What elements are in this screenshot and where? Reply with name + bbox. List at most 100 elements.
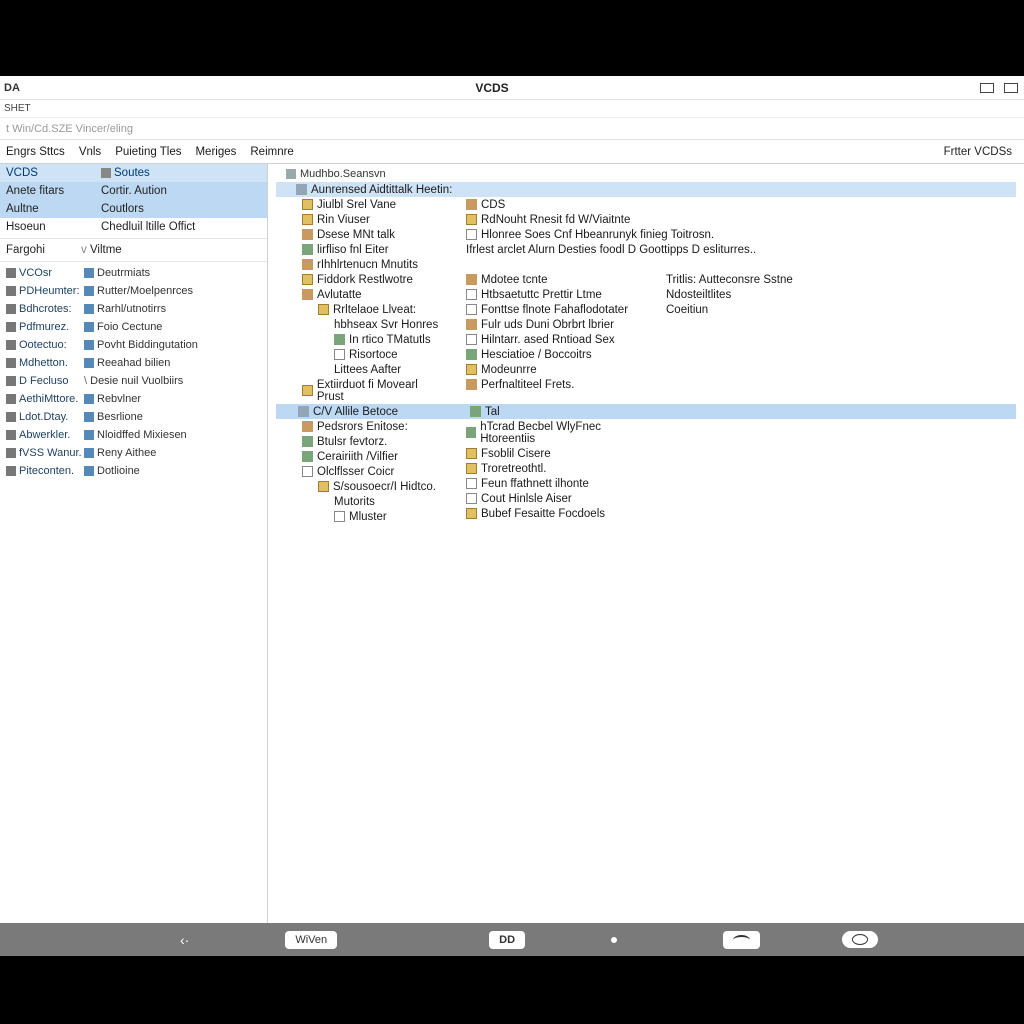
rp-item[interactable]: Rin Viuser: [276, 212, 456, 227]
back-icon[interactable]: ‹·: [180, 932, 189, 948]
separator: [0, 261, 267, 262]
doc-icon: [101, 168, 111, 178]
rp-item[interactable]: Hesciatioe / Boccoitrs: [456, 347, 656, 362]
lp-pair[interactable]: VCOsrDeutrmiats: [0, 264, 267, 282]
rp-item[interactable]: Cerairiith /Vilfier: [276, 449, 456, 464]
rp-item[interactable]: Cout Hinlsle Aiser: [456, 491, 656, 506]
left-pane-header[interactable]: VCDS Soutes: [0, 164, 267, 182]
rp-item[interactable]: Mluster: [276, 509, 456, 524]
lp-row[interactable]: AultneCoutlors: [0, 200, 267, 218]
rp-item[interactable]: Feun ffathnett ilhonte: [456, 476, 656, 491]
lp-pair[interactable]: Piteconten.Dotlioine: [0, 462, 267, 480]
lp-row[interactable]: HsoeunChedluil ltille Offict: [0, 218, 267, 236]
rp-item[interactable]: Olclflsser Coicr: [276, 464, 456, 479]
checkbox-icon[interactable]: [302, 466, 313, 477]
checkbox-icon[interactable]: [334, 511, 345, 522]
left-pane: VCDS Soutes Anete fitarsCortir. AutionAu…: [0, 164, 268, 923]
checkbox-icon[interactable]: [334, 349, 345, 360]
lp-pair[interactable]: Pdfmurez.Foio Cectune: [0, 318, 267, 336]
lp-pair[interactable]: Bdhcrotes:Rarhl/utnotirrs: [0, 300, 267, 318]
menu-item[interactable]: Engrs Sttcs: [6, 146, 65, 158]
lp-row[interactable]: Anete fitarsCortir. Aution: [0, 182, 267, 200]
rp-item[interactable]: Fiddork Restlwotre: [276, 272, 456, 287]
rp-item[interactable]: hTcrad Becbel WlyFnec Htoreentiis: [456, 419, 656, 446]
lp-pair[interactable]: Abwerkler.Nloidffed Mixiesen: [0, 426, 267, 444]
rp-item[interactable]: S/sousoecr/I Hidtco.: [276, 479, 456, 494]
rp-row-selected[interactable]: Aunrensed Aidtittalk Heetin:: [276, 182, 1016, 197]
checkbox-icon[interactable]: [466, 334, 477, 345]
rp-item[interactable]: Hilntarr. ased Rntioad Sex: [456, 332, 656, 347]
rp-item[interactable]: Modeunrre: [456, 362, 656, 377]
rp-item[interactable]: RdNouht Rnesit fd W/Viaitnte: [456, 212, 776, 227]
menu-item[interactable]: Meriges: [195, 146, 236, 158]
pair-icon: [6, 322, 16, 332]
rp-item[interactable]: Perfnaltiteel Frets.: [456, 377, 656, 392]
rp-item[interactable]: Hlonree Soes Cnf Hbeanrunyk finieg Toitr…: [456, 227, 776, 242]
taskbar: ‹· WiVen DD: [0, 923, 1024, 956]
rp-item[interactable]: Littees Aafter: [276, 362, 456, 377]
rp-item[interactable]: In rtico TMatutls: [276, 332, 456, 347]
item-icon: [302, 259, 313, 270]
pair-icon: [6, 358, 16, 368]
pair-icon: [84, 340, 94, 350]
checkbox-icon[interactable]: [466, 478, 477, 489]
taskbar-button[interactable]: WiVen: [285, 931, 337, 949]
taskbar-button[interactable]: DD: [489, 931, 525, 949]
left-pane-section[interactable]: Fargohi v Viltme: [0, 241, 267, 259]
dot-icon[interactable]: [611, 937, 617, 943]
checkbox-icon[interactable]: [466, 304, 477, 315]
item-icon: [466, 319, 477, 330]
menu-item[interactable]: Vnls: [79, 146, 101, 158]
checkbox-icon[interactable]: [466, 289, 477, 300]
rp-item[interactable]: Troretreothtl.: [456, 461, 656, 476]
lp-pair[interactable]: PDHeumter:Rutter/Moelpenrces: [0, 282, 267, 300]
rp-item[interactable]: Btulsr fevtorz.: [276, 434, 456, 449]
checkbox-icon[interactable]: [466, 493, 477, 504]
taskbar-wifi[interactable]: [723, 931, 760, 949]
rp-item[interactable]: Bubef Fesaitte Focdoels: [456, 506, 656, 521]
path-text: t Win/Cd.SZE Vincer/eling: [6, 123, 133, 135]
checkbox-icon[interactable]: [466, 229, 477, 240]
item-icon: [466, 508, 477, 519]
item-icon: [302, 451, 313, 462]
rp-item[interactable]: Coeitiun: [656, 302, 826, 317]
lp-pair[interactable]: Mdhetton.Reeahad bilien: [0, 354, 267, 372]
rp-item[interactable]: Mdotee tcnte: [456, 272, 656, 287]
lp-pair[interactable]: Ootectuo:Povht Biddingutation: [0, 336, 267, 354]
menu-item[interactable]: Reimnre: [250, 146, 293, 158]
rp-item[interactable]: Ifrlest arclet Alurn Desties foodl D Goo…: [456, 242, 776, 257]
rp-item[interactable]: Fulr uds Duni Obrbrt lbrier: [456, 317, 656, 332]
rp-item[interactable]: Ndosteiltlites: [656, 287, 826, 302]
rp-item[interactable]: hbhseax Svr Honres: [276, 317, 456, 332]
pair-icon: [6, 268, 16, 278]
rp-item[interactable]: rIhhlrtenucn Mnutits: [276, 257, 456, 272]
item-icon: [302, 244, 313, 255]
taskbar-oval-button[interactable]: [842, 931, 878, 948]
rp-row-selected[interactable]: C/V Allile Betoce Tal: [276, 404, 1016, 419]
rp-item[interactable]: Dsese MNt talk: [276, 227, 456, 242]
menu-right-label[interactable]: Frtter VCDSs: [944, 146, 1024, 158]
lp-pair[interactable]: D Fecluso\ Desie nuil Vuolbiirs: [0, 372, 267, 390]
lp-pair[interactable]: fVSS Wanur.Reny Aithee: [0, 444, 267, 462]
rp-header: Mudhbo.Seansvn: [276, 166, 1016, 182]
rp-item[interactable]: Tritlis: Autteconsre Sstne: [656, 272, 826, 287]
rp-item[interactable]: Avlutatte: [276, 287, 456, 302]
lp-pair[interactable]: Ldot.Dtay.Besrlione: [0, 408, 267, 426]
rp-item[interactable]: Risortoce: [276, 347, 456, 362]
rp-item[interactable]: CDS: [456, 197, 776, 212]
menu-item[interactable]: Puieting Tles: [115, 146, 181, 158]
rp-item[interactable]: Fsoblil Cisere: [456, 446, 656, 461]
rp-item[interactable]: Rrltelaoe Llveat:: [276, 302, 456, 317]
rp-item[interactable]: Fonttse flnote Fahaflodotater: [456, 302, 656, 317]
restore-icon[interactable]: [1004, 83, 1018, 93]
pair-icon: [6, 376, 16, 386]
rp-item[interactable]: lirfliso fnl Eiter: [276, 242, 456, 257]
maximize-icon[interactable]: [980, 83, 994, 93]
lp-pair[interactable]: AethiMttore.Rebvlner: [0, 390, 267, 408]
path-bar[interactable]: t Win/Cd.SZE Vincer/eling: [0, 118, 1024, 140]
rp-item[interactable]: Jiulbl Srel Vane: [276, 197, 456, 212]
rp-item[interactable]: Extiirduot fi Movearl Prust: [276, 377, 456, 404]
rp-item[interactable]: Pedsrors Enitose:: [276, 419, 456, 434]
rp-item[interactable]: Mutorits: [276, 494, 456, 509]
rp-item[interactable]: Htbsaetuttc Prettir Ltme: [456, 287, 656, 302]
